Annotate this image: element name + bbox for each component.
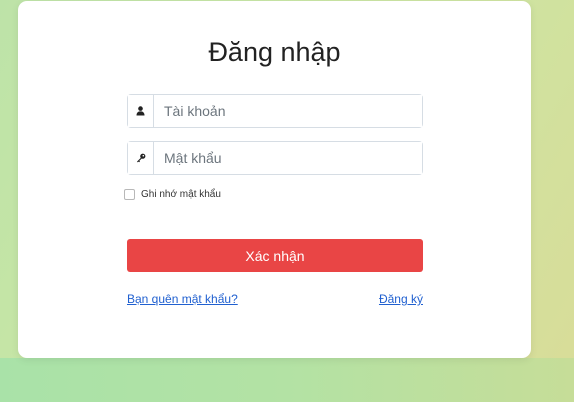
- remember-password-label: Ghi nhớ mật khẩu: [141, 189, 221, 200]
- username-input[interactable]: [154, 95, 422, 127]
- password-input[interactable]: [154, 142, 422, 174]
- password-field-group: [127, 141, 423, 175]
- register-link[interactable]: Đăng ký: [379, 292, 423, 306]
- username-field-group: [127, 94, 423, 128]
- submit-button[interactable]: Xác nhận: [127, 239, 423, 272]
- remember-password-checkbox[interactable]: [124, 189, 135, 200]
- key-icon: [128, 142, 154, 174]
- login-card: Đăng nhập Ghi nhớ mật khẩu Xác nhận Bạn …: [18, 1, 531, 358]
- page-title: Đăng nhập: [208, 37, 341, 67]
- user-icon: [128, 95, 154, 127]
- page-background-band: [0, 358, 574, 402]
- forgot-password-link[interactable]: Bạn quên mật khẩu?: [127, 292, 238, 306]
- remember-password-option[interactable]: Ghi nhớ mật khẩu: [124, 189, 221, 200]
